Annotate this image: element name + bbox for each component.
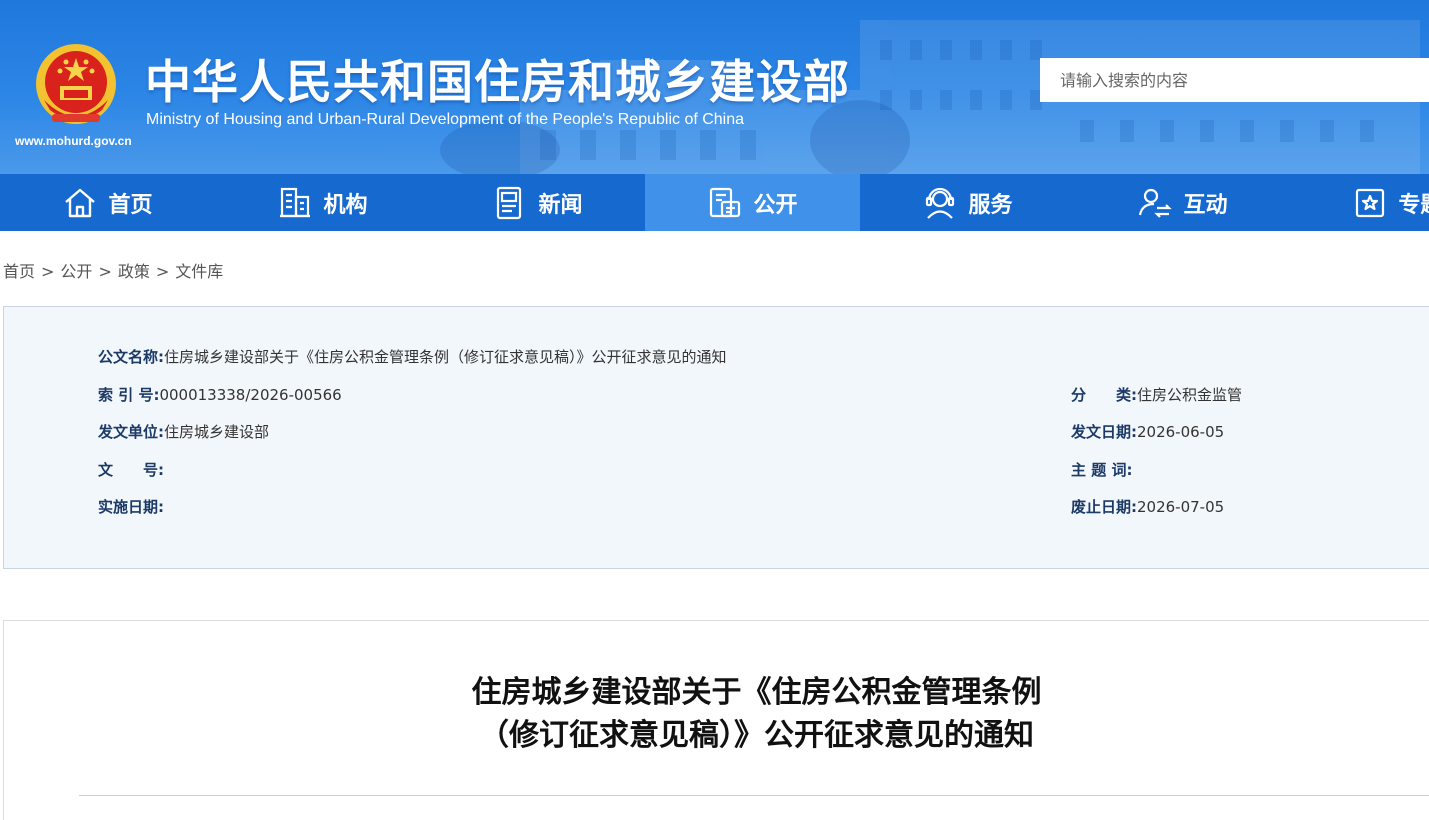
meta-abolish-date: 废止日期:2026-07-05 <box>1071 497 1224 517</box>
meta-value: 住房公积金监管 <box>1137 386 1243 404</box>
news-icon <box>497 186 522 219</box>
meta-label: 发文日期: <box>1071 423 1137 441</box>
meta-effective-date: 实施日期: <box>98 497 164 517</box>
breadcrumb: 首页 > 公开 > 政策 > 文件库 <box>3 262 224 281</box>
article-title-line2: （修订征求意见稿）》公开征求意见的通知 <box>479 718 1034 753</box>
national-emblem-icon <box>36 44 116 124</box>
meta-value: 2026-07-05 <box>1137 498 1225 516</box>
meta-issuer: 发文单位:住房城乡建设部 <box>98 422 269 442</box>
meta-category: 分 类:住房公积金监管 <box>1071 385 1242 405</box>
nav-label: 机构 <box>323 192 368 218</box>
site-title-en: Ministry of Housing and Urban-Rural Deve… <box>146 111 745 128</box>
breadcrumb-policy[interactable]: 政策 <box>118 262 150 281</box>
building-icon <box>280 187 311 217</box>
article-title-line1: 住房城乡建设部关于《住房公积金管理条例 <box>471 675 1042 710</box>
nav-label: 新闻 <box>538 192 583 218</box>
site-url: www.mohurd.gov.cn <box>15 134 132 148</box>
nav-item-news[interactable]: 新闻 <box>430 174 645 231</box>
breadcrumb-home[interactable]: 首页 <box>3 262 35 281</box>
nav-label: 互动 <box>1183 192 1228 218</box>
nav-label: 首页 <box>108 192 153 218</box>
disclosure-icon <box>710 187 741 217</box>
meta-index: 索 引 号:000013338/2026-00566 <box>98 385 342 405</box>
meta-label: 索 引 号: <box>98 386 160 404</box>
interaction-icon <box>1139 188 1173 218</box>
meta-value: 2026-06-05 <box>1137 423 1225 441</box>
nav-label: 公开 <box>753 192 798 218</box>
nav-item-topic[interactable]: 专题 <box>1290 174 1429 231</box>
meta-keywords: 主 题 词: <box>1071 460 1132 480</box>
meta-value: 000013338/2026-00566 <box>159 386 342 404</box>
meta-label: 发文单位: <box>98 423 164 441</box>
meta-issue-date: 发文日期:2026-06-05 <box>1071 422 1224 442</box>
breadcrumb-disclosure[interactable]: 公开 <box>60 262 92 281</box>
article-divider <box>79 795 1429 796</box>
breadcrumb-file-library[interactable]: 文件库 <box>175 262 223 281</box>
meta-label: 废止日期: <box>1071 498 1137 516</box>
nav-label: 专题 <box>1398 192 1429 218</box>
nav-item-service[interactable]: 服务 <box>860 174 1075 231</box>
article-container: 住房城乡建设部关于《住房公积金管理条例 （修订征求意见稿）》公开征求意见的通知 <box>3 620 1429 820</box>
meta-label: 实施日期: <box>98 498 164 516</box>
topic-star-icon <box>1356 188 1385 217</box>
meta-label: 文 号: <box>98 461 164 479</box>
service-icon <box>926 187 955 219</box>
nav-label: 服务 <box>968 192 1013 218</box>
search-input[interactable] <box>1040 58 1429 102</box>
meta-label: 分 类: <box>1071 386 1137 404</box>
nav-item-disclosure[interactable]: 公开 <box>645 174 860 231</box>
meta-doc-no: 文 号: <box>98 460 164 480</box>
header-banner: www.mohurd.gov.cn 中华人民共和国住房和城乡建设部 Minist… <box>0 0 1429 174</box>
meta-label: 公文名称: <box>98 348 164 366</box>
nav-item-institution[interactable]: 机构 <box>215 174 430 231</box>
home-icon <box>65 188 96 217</box>
meta-value: 住房城乡建设部 <box>164 423 270 441</box>
meta-value: 住房城乡建设部关于《住房公积金管理条例（修订征求意见稿）》公开征求意见的通知 <box>164 348 727 366</box>
main-nav: 首页 机构 新闻 公开 服务 互动 专 <box>0 174 1429 231</box>
nav-item-interaction[interactable]: 互动 <box>1075 174 1290 231</box>
meta-label: 主 题 词: <box>1071 461 1133 479</box>
document-meta-box: 公文名称:住房城乡建设部关于《住房公积金管理条例（修订征求意见稿）》公开征求意见… <box>3 306 1429 569</box>
site-title-cn: 中华人民共和国住房和城乡建设部 <box>145 55 850 109</box>
nav-item-home[interactable]: 首页 <box>0 174 215 231</box>
meta-doc-name: 公文名称:住房城乡建设部关于《住房公积金管理条例（修订征求意见稿）》公开征求意见… <box>98 347 727 367</box>
